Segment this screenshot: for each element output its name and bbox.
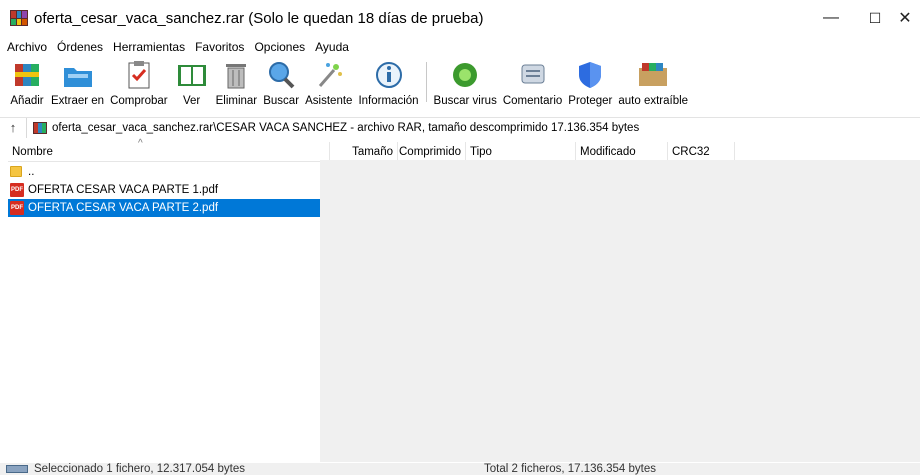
sort-ascending-icon: ^ (138, 138, 143, 149)
address-bar: ↑ oferta_cesar_vaca_sanchez.rar\CESAR VA… (0, 117, 920, 138)
test-clipboard-icon (121, 58, 157, 92)
toolbar-separator (425, 62, 427, 102)
virus-scan-label: Buscar virus (433, 95, 497, 107)
view-button[interactable]: Ver (171, 58, 213, 112)
close-button[interactable]: ✕ (890, 0, 920, 36)
comment-button[interactable]: Comentario (500, 58, 565, 112)
menu-bar: Archivo Órdenes Herramientas Favoritos O… (0, 38, 920, 56)
search-magnifier-icon (263, 58, 299, 92)
address-path-field[interactable]: oferta_cesar_vaca_sanchez.rar\CESAR VACA… (26, 117, 920, 138)
title-bar: oferta_cesar_vaca_sanchez.rar (Solo le q… (0, 0, 920, 36)
pdf-file-icon: PDF (10, 201, 24, 215)
view-label: Ver (182, 95, 201, 107)
sfx-archive-icon (635, 58, 671, 92)
file-name: OFERTA CESAR VACA PARTE 2.pdf (28, 202, 219, 214)
column-packed[interactable]: Comprimido (398, 142, 466, 162)
wizard-button[interactable]: Asistente (302, 58, 355, 112)
protect-button[interactable]: Proteger (565, 58, 615, 112)
menu-ordenes[interactable]: Órdenes (57, 40, 103, 54)
virus-scan-icon (447, 58, 483, 92)
extract-folder-icon (60, 58, 96, 92)
info-label: Información (358, 95, 419, 107)
extract-button[interactable]: Extraer en (48, 58, 107, 112)
view-book-icon (174, 58, 210, 92)
winrar-app-icon (10, 10, 28, 26)
wizard-label: Asistente (305, 95, 353, 107)
comment-label: Comentario (502, 95, 563, 107)
column-header-row: Nombre ^ Tamaño Comprimido Tipo Modifica… (8, 138, 920, 162)
column-name[interactable]: Nombre (12, 142, 330, 162)
delete-label: Eliminar (215, 95, 258, 107)
info-button[interactable]: Información (355, 58, 421, 112)
comment-icon (515, 58, 551, 92)
window-title: oferta_cesar_vaca_sanchez.rar (Solo le q… (34, 9, 484, 27)
menu-archivo[interactable]: Archivo (7, 40, 47, 54)
drive-icon (6, 465, 28, 473)
column-type[interactable]: Tipo (466, 142, 576, 162)
sfx-button[interactable]: auto extraíble (615, 58, 691, 112)
menu-ayuda[interactable]: Ayuda (315, 40, 349, 54)
folder-icon (10, 166, 22, 177)
virus-scan-button[interactable]: Buscar virus (431, 58, 500, 112)
sfx-label: auto extraíble (618, 95, 689, 107)
test-button[interactable]: Comprobar (107, 58, 171, 112)
rar-archive-icon (33, 121, 47, 134)
column-modified[interactable]: Modificado (576, 142, 668, 162)
up-folder-button[interactable]: ↑ (0, 120, 26, 135)
menu-opciones[interactable]: Opciones (254, 40, 305, 54)
menu-herramientas[interactable]: Herramientas (113, 40, 185, 54)
file-name: .. (28, 166, 35, 178)
delete-button[interactable]: Eliminar (213, 58, 261, 112)
trash-icon (218, 58, 254, 92)
minimize-button[interactable]: — (808, 0, 854, 36)
add-button[interactable]: Añadir (6, 58, 48, 112)
toolbar: Añadir Extraer en Comprobar Ver Eliminar… (0, 58, 920, 112)
status-selection: Seleccionado 1 fichero, 12.317.054 bytes (34, 463, 245, 475)
find-label: Buscar (263, 95, 300, 107)
address-path: oferta_cesar_vaca_sanchez.rar\CESAR VACA… (52, 121, 640, 134)
wizard-wand-icon (311, 58, 347, 92)
shield-icon (572, 58, 608, 92)
empty-list-area (320, 160, 920, 462)
file-name: OFERTA CESAR VACA PARTE 1.pdf (28, 184, 219, 196)
info-icon (371, 58, 407, 92)
pdf-file-icon: PDF (10, 183, 24, 197)
status-total: Total 2 ficheros, 17.136.354 bytes (484, 463, 656, 475)
add-archive-icon (9, 58, 45, 92)
column-crc32[interactable]: CRC32 (668, 142, 735, 162)
protect-label: Proteger (568, 95, 613, 107)
menu-favoritos[interactable]: Favoritos (195, 40, 244, 54)
find-button[interactable]: Buscar (260, 58, 302, 112)
status-bar: Seleccionado 1 fichero, 12.317.054 bytes… (0, 463, 920, 475)
add-label: Añadir (10, 95, 44, 107)
test-label: Comprobar (110, 95, 168, 107)
column-size[interactable]: Tamaño (330, 142, 398, 162)
extract-label: Extraer en (51, 95, 105, 107)
